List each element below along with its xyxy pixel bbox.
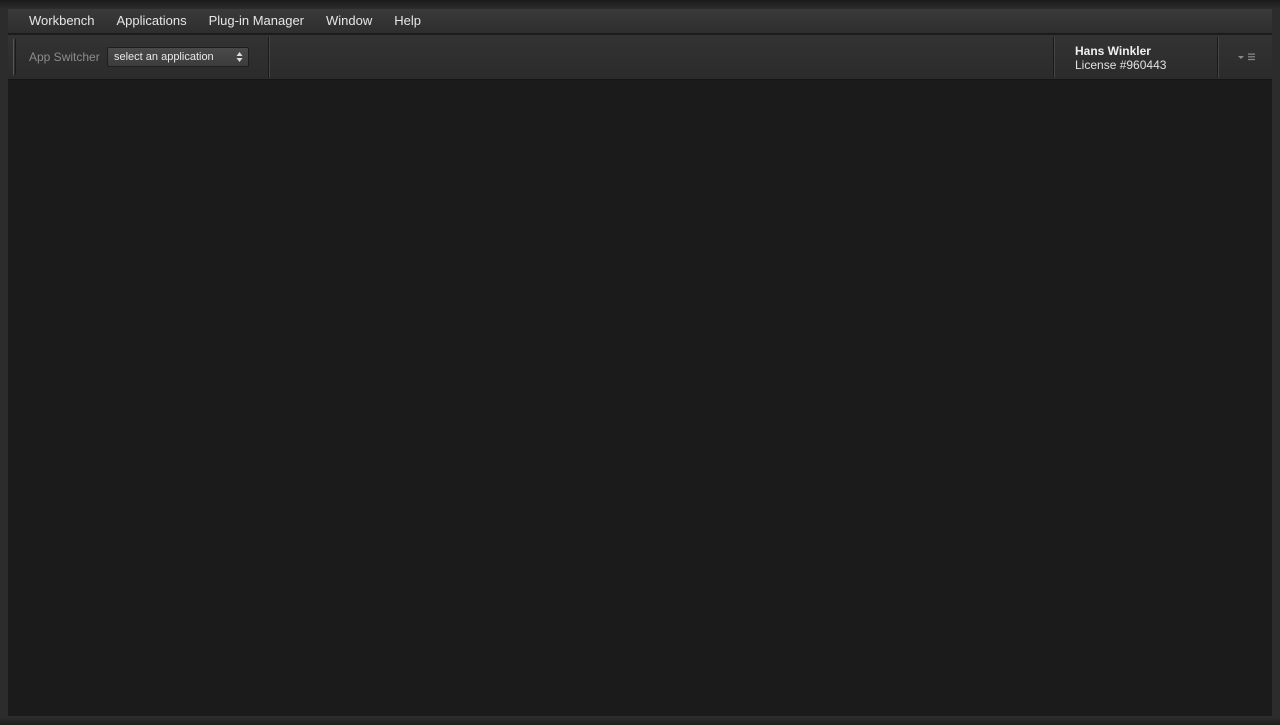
menu-plugin-manager[interactable]: Plug-in Manager <box>198 9 315 33</box>
toolbar-divider <box>268 37 270 78</box>
app-switcher-label: App Switcher <box>29 50 100 64</box>
panel-menu-icon[interactable] <box>1236 51 1258 63</box>
toolbar-divider <box>1053 37 1055 78</box>
app-switcher-select[interactable]: select an application <box>107 47 249 67</box>
menu-window[interactable]: Window <box>315 9 383 33</box>
app-switcher-selected-value: select an application <box>114 51 214 63</box>
user-license: License #960443 <box>1075 58 1167 72</box>
window-right-edge <box>1272 9 1280 716</box>
window-bottom-edge <box>0 716 1280 725</box>
menu-workbench[interactable]: Workbench <box>18 9 106 33</box>
menu-help[interactable]: Help <box>383 9 432 33</box>
toolbar-divider <box>1217 37 1219 78</box>
window-left-edge <box>0 9 8 716</box>
user-name: Hans Winkler <box>1075 44 1151 58</box>
toolbar: App Switcher select an application Hans … <box>8 35 1272 80</box>
menu-bar: Workbench Applications Plug-in Manager W… <box>8 9 1272 34</box>
menu-applications[interactable]: Applications <box>106 9 198 33</box>
window-top-edge <box>0 0 1280 9</box>
up-down-arrows-icon <box>236 52 243 62</box>
application-window: Workbench Applications Plug-in Manager W… <box>0 0 1280 725</box>
workspace-area[interactable] <box>8 81 1272 716</box>
toolbar-grip-handle[interactable] <box>13 39 16 75</box>
